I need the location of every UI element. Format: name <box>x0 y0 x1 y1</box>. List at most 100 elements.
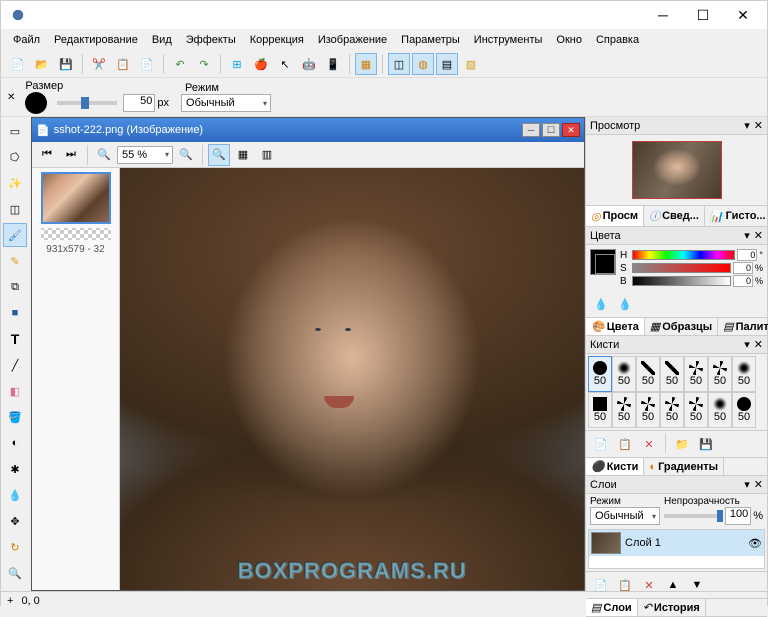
preview-thumbnail[interactable] <box>632 141 722 199</box>
brush-item[interactable]: 50 <box>732 392 756 428</box>
menu-view[interactable]: Вид <box>146 31 178 49</box>
tool-shape[interactable]: ■ <box>3 301 27 325</box>
menu-correction[interactable]: Коррекция <box>244 31 310 49</box>
nav-first-icon[interactable]: ⏮ <box>36 144 58 166</box>
brush-copy-icon[interactable]: 📋 <box>614 433 636 455</box>
menu-edit[interactable]: Редактирование <box>48 31 144 49</box>
zoom-out-icon[interactable]: 🔍 <box>93 144 115 166</box>
sat-value[interactable]: 0 <box>733 262 753 274</box>
opacity-slider[interactable] <box>664 514 723 518</box>
panel1-icon[interactable]: ◫ <box>388 53 410 75</box>
tab-swatches[interactable]: ▦Образцы <box>645 318 718 335</box>
tab-info[interactable]: ⓘСвед... <box>644 206 705 226</box>
hue-value[interactable]: 0 <box>737 249 757 261</box>
doc-minimize[interactable]: ─ <box>522 123 540 137</box>
tool-gradient[interactable]: ◐ <box>3 431 27 455</box>
doc-close[interactable]: ✕ <box>562 123 580 137</box>
bri-value[interactable]: 0 <box>733 275 753 287</box>
brush-item[interactable]: 50 <box>660 356 684 392</box>
copy-icon[interactable]: 📋 <box>112 53 134 75</box>
window-minimize[interactable]: ─ <box>643 1 683 29</box>
windows-icon[interactable]: ⊞ <box>226 53 248 75</box>
menu-help[interactable]: Справка <box>590 31 645 49</box>
brush-item[interactable]: 50 <box>612 356 636 392</box>
redo-icon[interactable]: ↷ <box>193 53 215 75</box>
menu-window[interactable]: Окно <box>550 31 588 49</box>
layer-name[interactable]: Слой 1 <box>625 537 661 549</box>
sat-slider[interactable] <box>632 263 731 273</box>
color-swatch[interactable] <box>590 249 616 275</box>
tool-text[interactable]: T <box>3 327 27 351</box>
tool-eyedropper[interactable]: 💧 <box>3 483 27 507</box>
brush-item[interactable]: 50 <box>708 392 732 428</box>
undo-icon[interactable]: ↶ <box>169 53 191 75</box>
tab-history[interactable]: ↶История <box>638 599 706 616</box>
brush-folder-icon[interactable]: 📁 <box>671 433 693 455</box>
apple-icon[interactable]: 🍎 <box>250 53 272 75</box>
zoom-in-icon[interactable]: 🔍 <box>175 144 197 166</box>
panel-close-icon[interactable]: ✕ <box>754 119 763 132</box>
tool-retouch[interactable]: ✱ <box>3 457 27 481</box>
panel-menu-icon[interactable]: ▾ <box>744 478 750 491</box>
eye-icon[interactable]: 👁 <box>748 537 762 550</box>
panel-menu-icon[interactable]: ▾ <box>744 229 750 242</box>
panel4-icon[interactable]: ▧ <box>460 53 482 75</box>
window-maximize[interactable]: ☐ <box>683 1 723 29</box>
tab-brushes[interactable]: ⚫Кисти <box>586 458 644 475</box>
brush-new-icon[interactable]: 📄 <box>590 433 612 455</box>
tool-crop[interactable]: ◫ <box>3 197 27 221</box>
tool-line[interactable]: ╱ <box>3 353 27 377</box>
brush-item[interactable]: 50 <box>636 356 660 392</box>
panel-close-icon[interactable]: ✕ <box>754 229 763 242</box>
opacity-field[interactable]: 100 <box>725 507 751 525</box>
tool-clone[interactable]: ⧉ <box>3 275 27 299</box>
brush-item[interactable]: 50 <box>636 392 660 428</box>
panel-menu-icon[interactable]: ▾ <box>744 338 750 351</box>
panel2-icon[interactable]: ◍ <box>412 53 434 75</box>
tool-zoom[interactable]: 🔍 <box>3 561 27 585</box>
tool-pencil[interactable]: ✎ <box>3 249 27 273</box>
tool-wand[interactable]: ✨ <box>3 171 27 195</box>
layer-new-icon[interactable]: 📄 <box>590 574 612 596</box>
doc-maximize[interactable]: ☐ <box>542 123 560 137</box>
brush-item[interactable]: 50 <box>660 392 684 428</box>
brush-save-icon[interactable]: 💾 <box>695 433 717 455</box>
android-icon[interactable]: 🤖 <box>298 53 320 75</box>
tool-eraser[interactable]: ◧ <box>3 379 27 403</box>
page-thumbnail[interactable] <box>41 172 111 224</box>
panel3-icon[interactable]: ▤ <box>436 53 458 75</box>
tool-lasso[interactable]: ⭔ <box>3 145 27 169</box>
layer-up-icon[interactable]: ▲ <box>662 574 684 596</box>
menu-effects[interactable]: Эффекты <box>180 31 242 49</box>
brush-delete-icon[interactable]: ✕ <box>638 433 660 455</box>
rulers-icon[interactable]: ▥ <box>256 144 278 166</box>
brush-item[interactable]: 50 <box>588 356 612 392</box>
brush-item[interactable]: 50 <box>684 392 708 428</box>
cut-icon[interactable]: ✂️ <box>88 53 110 75</box>
panel-close-icon[interactable]: ✕ <box>754 338 763 351</box>
layout-icon[interactable]: ▦ <box>355 53 377 75</box>
bri-slider[interactable] <box>632 276 731 286</box>
device-icon[interactable]: 📱 <box>322 53 344 75</box>
tab-histogram[interactable]: 📊Гисто... <box>705 206 768 226</box>
cursor-icon[interactable]: ↖ <box>274 53 296 75</box>
menu-options[interactable]: Параметры <box>395 31 466 49</box>
layer-row[interactable]: Слой 1 👁 <box>589 530 764 556</box>
size-field[interactable]: 50 <box>123 94 155 112</box>
brush-item[interactable]: 50 <box>732 356 756 392</box>
canvas-image[interactable] <box>120 168 584 590</box>
hue-slider[interactable] <box>632 250 735 260</box>
eyedropper2-icon[interactable]: 💧 <box>614 293 636 315</box>
layer-copy-icon[interactable]: 📋 <box>614 574 636 596</box>
menu-tools[interactable]: Инструменты <box>468 31 549 49</box>
tool-rotate[interactable]: ↻ <box>3 535 27 559</box>
panel-menu-icon[interactable]: ▾ <box>744 119 750 132</box>
window-close[interactable]: ✕ <box>723 1 763 29</box>
paste-icon[interactable]: 📄 <box>136 53 158 75</box>
save-icon[interactable]: 💾 <box>55 53 77 75</box>
brush-item[interactable]: 50 <box>612 392 636 428</box>
status-up-icon[interactable]: + <box>7 595 13 607</box>
layer-delete-icon[interactable]: ✕ <box>638 574 660 596</box>
brush-item[interactable]: 50 <box>684 356 708 392</box>
menu-image[interactable]: Изображение <box>312 31 393 49</box>
